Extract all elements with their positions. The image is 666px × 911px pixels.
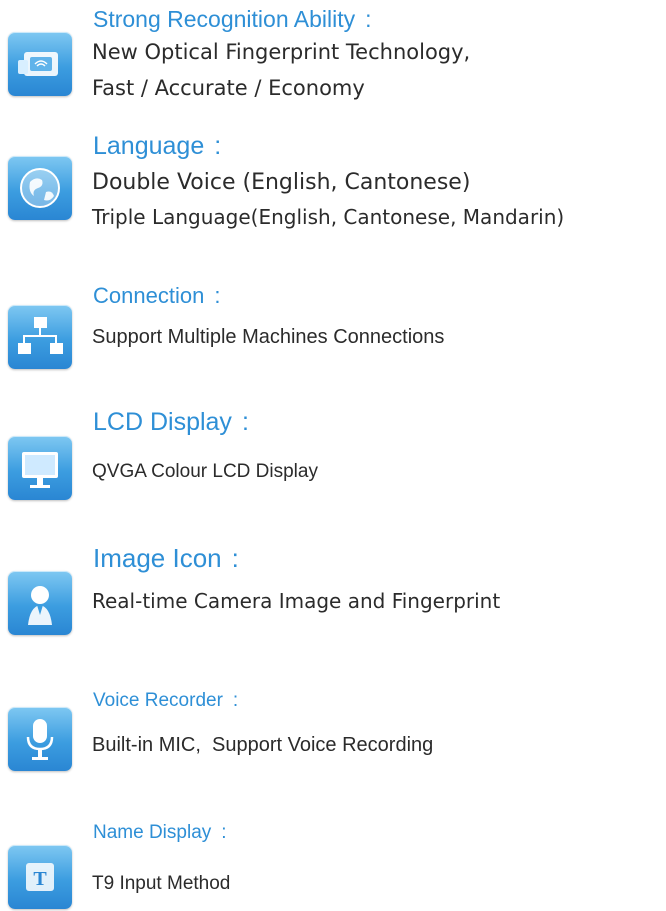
svg-text:T: T [33, 868, 47, 890]
globe-icon [8, 156, 72, 220]
feature-description: Double Voice (English, Cantonese) [92, 170, 471, 195]
feature-description: Fast / Accurate / Economy [92, 76, 365, 100]
feature-title: Voice Recorder: [93, 690, 239, 711]
monitor-icon [8, 436, 72, 500]
feature-description: Support Multiple Machines Connections [92, 326, 445, 348]
feature-title: Strong Recognition Ability: [93, 6, 372, 32]
fingerprint-scanner-icon [8, 32, 72, 96]
feature-title: Name Display: [93, 822, 227, 843]
network-icon [8, 305, 72, 369]
feature-description: New Optical Fingerprint Technology, [92, 40, 471, 64]
feature-description: QVGA Colour LCD Display [92, 461, 318, 482]
feature-description: T9 Input Method [92, 873, 231, 894]
person-icon [8, 571, 72, 635]
feature-title: Connection: [93, 283, 221, 308]
feature-title: Image Icon: [93, 543, 239, 573]
feature-description: Built-in MIC, Support Voice Recording [92, 734, 434, 756]
feature-description: Triple Language(English, Cantonese, Mand… [92, 205, 565, 229]
feature-title: Language: [93, 132, 222, 160]
microphone-icon [8, 707, 72, 771]
text-t-icon: T [8, 845, 72, 909]
feature-description: Real-time Camera Image and Fingerprint [92, 589, 501, 613]
feature-title: LCD Display: [93, 408, 249, 436]
